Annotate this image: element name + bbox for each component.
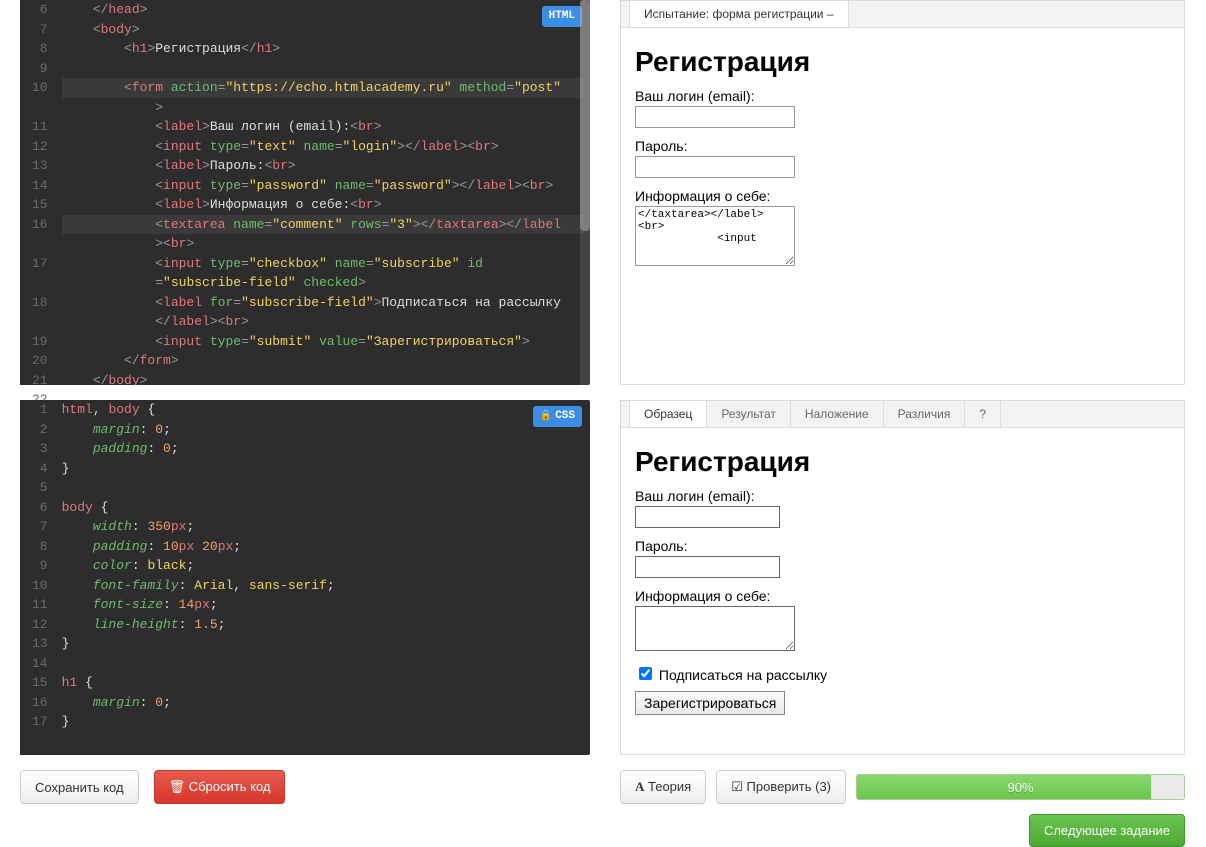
save-button[interactable]: Сохранить код <box>20 770 139 804</box>
check-button[interactable]: ☑ Проверить (3) <box>716 770 846 804</box>
subscribe-checkbox[interactable] <box>639 667 652 680</box>
trash-icon: 🗑 <box>169 779 186 794</box>
about-textarea[interactable] <box>635 206 795 266</box>
result-preview-panel: Испытание: форма регистрации – Регистрац… <box>620 0 1185 385</box>
compare-tab-0[interactable]: Образец <box>629 400 707 427</box>
compare-tab-2[interactable]: Наложение <box>791 401 884 427</box>
login-label: Ваш логин (email): <box>635 88 1170 104</box>
progress-bar: 90% <box>856 774 1185 800</box>
password-label: Пароль: <box>635 138 1170 154</box>
reset-button[interactable]: 🗑 Сбросить код <box>154 770 286 804</box>
scrollbar[interactable] <box>580 0 590 385</box>
compare-heading: Регистрация <box>635 446 1170 478</box>
compare-panel: ОбразецРезультатНаложениеРазличия? Регис… <box>620 400 1185 755</box>
compare-tab-1[interactable]: Результат <box>707 401 791 427</box>
next-task-button[interactable]: Следующее задание <box>1029 814 1185 847</box>
compare-tab-4[interactable]: ? <box>965 401 1001 427</box>
font-icon: A <box>635 779 644 794</box>
login-label-2: Ваш логин (email): <box>635 488 1170 504</box>
password-input[interactable] <box>635 156 795 178</box>
check-icon: ☑ <box>731 779 743 794</box>
css-editor[interactable]: CSS 1234567891011121314151617 html, body… <box>20 400 590 755</box>
preview-heading: Регистрация <box>635 46 1170 78</box>
login-input[interactable] <box>635 106 795 128</box>
submit-button[interactable]: Зарегистрироваться <box>635 691 785 715</box>
result-tab[interactable]: Испытание: форма регистрации – <box>629 0 849 27</box>
html-badge: HTML <box>542 6 582 27</box>
login-input-2[interactable] <box>635 506 780 528</box>
theory-button[interactable]: A Теория <box>620 770 706 804</box>
about-textarea-2[interactable] <box>635 606 795 651</box>
css-badge: CSS <box>533 406 582 427</box>
compare-tab-3[interactable]: Различия <box>884 401 966 427</box>
html-editor[interactable]: HTML 678910111213141516171819202122 </he… <box>20 0 590 385</box>
progress-text: 90% <box>857 775 1184 800</box>
password-label-2: Пароль: <box>635 538 1170 554</box>
about-label: Информация о себе: <box>635 188 1170 204</box>
about-label-2: Информация о себе: <box>635 588 1170 604</box>
password-input-2[interactable] <box>635 556 780 578</box>
subscribe-label: Подписаться на рассылку <box>659 667 827 683</box>
